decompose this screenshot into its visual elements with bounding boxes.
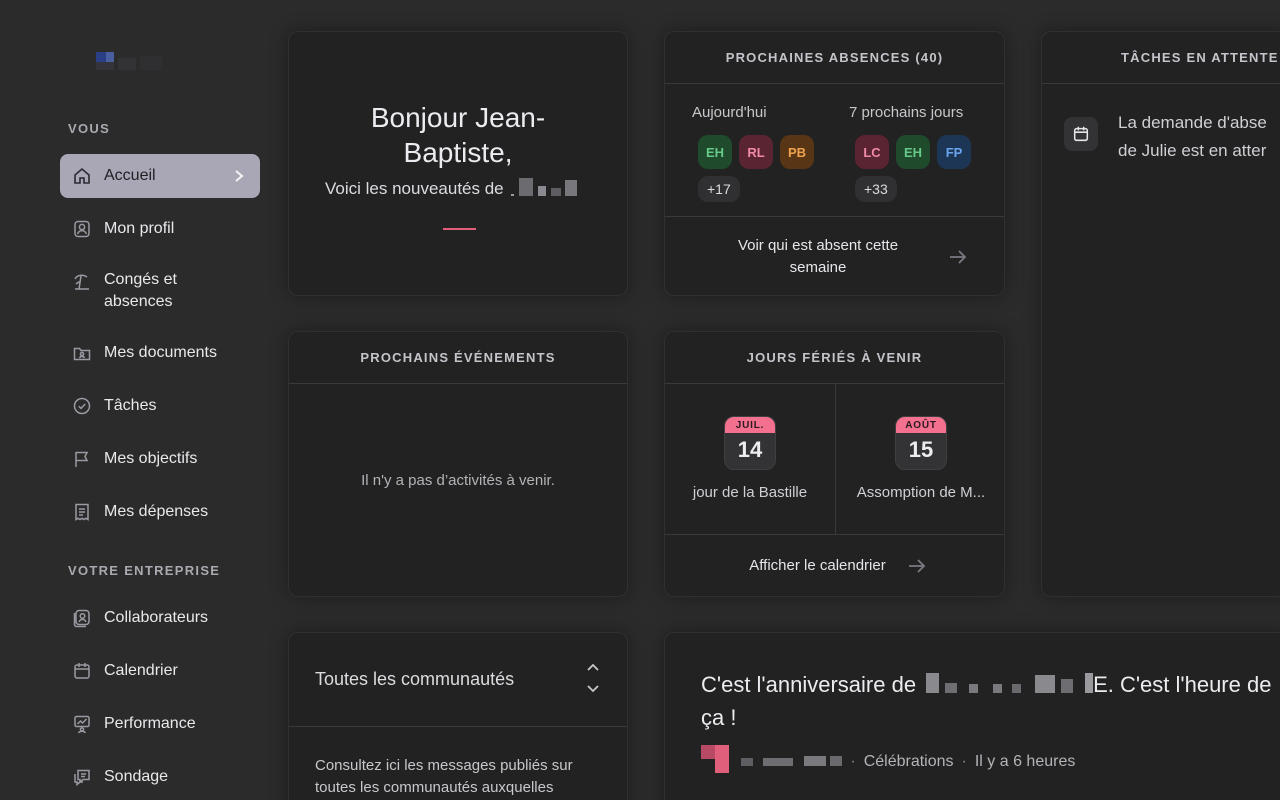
arrow-right-icon[interactable] <box>907 557 927 580</box>
task-text: La demande d'abse de Julie est en atter <box>1118 113 1267 160</box>
holidays-card: JOURS FÉRIÉS À VENIR JUIL. 14 jour de la… <box>664 331 1005 597</box>
avatar[interactable]: EH <box>698 135 732 169</box>
post-card[interactable]: C'est l'anniversaire de E. C'est l'heure… <box>664 632 1280 800</box>
nav-label: Congés et absences <box>104 271 177 310</box>
nav-item-leave[interactable]: Congés et absences <box>60 260 260 322</box>
nav-label: Calendrier <box>104 662 178 679</box>
nav-item-documents[interactable]: Mes documents <box>60 331 260 375</box>
home-icon <box>72 166 92 186</box>
nav-item-profile[interactable]: Mon profil <box>60 207 260 251</box>
nav-item-performance[interactable]: Performance <box>60 702 260 746</box>
flag-icon <box>72 449 92 469</box>
company-logo[interactable] <box>96 52 164 70</box>
nav-label: Accueil <box>104 167 156 184</box>
nav-item-tasks[interactable]: Tâches <box>60 384 260 428</box>
post-title[interactable]: C'est l'anniversaire de E. C'est l'heure… <box>701 669 1271 734</box>
avatar[interactable]: FP <box>937 135 971 169</box>
nav-item-expenses[interactable]: Mes dépenses <box>60 490 260 534</box>
redacted-name <box>922 670 1094 702</box>
events-empty-text: Il n'y a pas d’activités à venir. <box>361 472 555 489</box>
absences-today: Aujourd'hui <box>692 104 767 121</box>
holiday-name: Assomption de M... <box>856 484 986 501</box>
events-title: PROCHAINS ÉVÉNEMENTS <box>289 332 627 384</box>
calendar-icon <box>72 661 92 681</box>
holiday-name: jour de la Bastille <box>692 484 808 501</box>
absences-week: 7 prochains jours <box>849 104 964 121</box>
more-absent-week[interactable]: +33 <box>855 176 897 202</box>
chevron-right-icon <box>232 166 246 191</box>
post-category[interactable]: Célébrations <box>864 753 954 771</box>
profile-icon <box>72 219 92 239</box>
redacted-author-name[interactable] <box>741 753 843 771</box>
beach-icon <box>72 272 92 292</box>
receipt-icon <box>72 502 92 522</box>
survey-icon <box>72 767 92 787</box>
section-label-company: VOTRE ENTREPRISE <box>68 563 221 578</box>
redacted-company-name <box>508 178 578 201</box>
section-label-you: VOUS <box>68 121 111 136</box>
nav-item-survey[interactable]: Sondage <box>60 755 260 799</box>
holiday-item[interactable]: JUIL. 14 jour de la Bastille <box>665 384 835 534</box>
show-calendar-link[interactable]: Afficher le calendrier <box>705 555 930 577</box>
folder-icon <box>72 343 92 363</box>
post-meta: · Célébrations · Il y a 6 heures <box>701 745 1075 778</box>
holiday-item[interactable]: AOÛT 15 Assomption de M... <box>836 384 1004 534</box>
holiday-date-icon: JUIL. 14 <box>724 416 776 470</box>
greeting-card: Bonjour Jean- Baptiste, Voici les nouvea… <box>288 31 628 296</box>
nav-label: Mon profil <box>104 220 175 237</box>
tasks-card: TÂCHES EN ATTENTE La demande d'abse de J… <box>1041 31 1280 597</box>
divider <box>665 216 1004 217</box>
nav-label: Mes objectifs <box>104 450 198 467</box>
communities-selector[interactable]: Toutes les communautés <box>315 669 514 690</box>
nav-label: Performance <box>104 715 196 732</box>
greeting-title: Bonjour Jean- Baptiste, <box>370 102 546 168</box>
tasks-title: TÂCHES EN ATTENTE <box>1042 32 1280 84</box>
nav-label: Mes dépenses <box>104 503 209 520</box>
divider <box>289 726 627 727</box>
sidebar: VOUS Accueil Mon profil Congés et absenc… <box>0 0 268 800</box>
post-time: Il y a 6 heures <box>974 752 1076 770</box>
avatar[interactable]: LC <box>855 135 889 169</box>
nav-label: Tâches <box>104 397 157 414</box>
nav-label: Sondage <box>104 768 169 785</box>
avatar[interactable]: EH <box>896 135 930 169</box>
absences-title: PROCHAINES ABSENCES (40) <box>665 32 1004 84</box>
performance-icon <box>72 714 92 734</box>
nav-item-objectives[interactable]: Mes objectifs <box>60 437 260 481</box>
check-circle-icon <box>72 396 92 416</box>
holidays-title: JOURS FÉRIÉS À VENIR <box>665 332 1004 384</box>
events-card: PROCHAINS ÉVÉNEMENTS Il n'y a pas d’acti… <box>288 331 628 597</box>
divider <box>665 534 1004 535</box>
communities-description: Consultez ici les messages publiés sur t… <box>315 757 573 796</box>
nav-item-people[interactable]: Collaborateurs <box>60 596 260 640</box>
nav-item-home[interactable]: Accueil <box>60 154 260 198</box>
avatar[interactable]: RL <box>739 135 773 169</box>
communities-card: Toutes les communautés Consultez ici les… <box>288 632 628 800</box>
arrow-right-icon[interactable] <box>948 248 968 271</box>
holiday-date-icon: AOÛT 15 <box>895 416 947 470</box>
nav-label: Collaborateurs <box>104 609 209 626</box>
author-avatar[interactable] <box>701 745 729 778</box>
accent-line <box>443 228 476 230</box>
people-icon <box>72 608 92 628</box>
view-absent-link[interactable]: Voir qui est absent cette semaine <box>715 235 921 279</box>
chevron-up-down-icon[interactable] <box>585 661 601 702</box>
absences-card: PROCHAINES ABSENCES (40) Aujourd'hui 7 p… <box>664 31 1005 296</box>
calendar-icon <box>1064 117 1098 151</box>
nav-item-calendar[interactable]: Calendrier <box>60 649 260 693</box>
avatar[interactable]: PB <box>780 135 814 169</box>
greeting-subtitle: Voici les nouveautés de <box>325 178 578 201</box>
nav-label: Mes documents <box>104 344 217 361</box>
more-absent-today[interactable]: +17 <box>698 176 740 202</box>
